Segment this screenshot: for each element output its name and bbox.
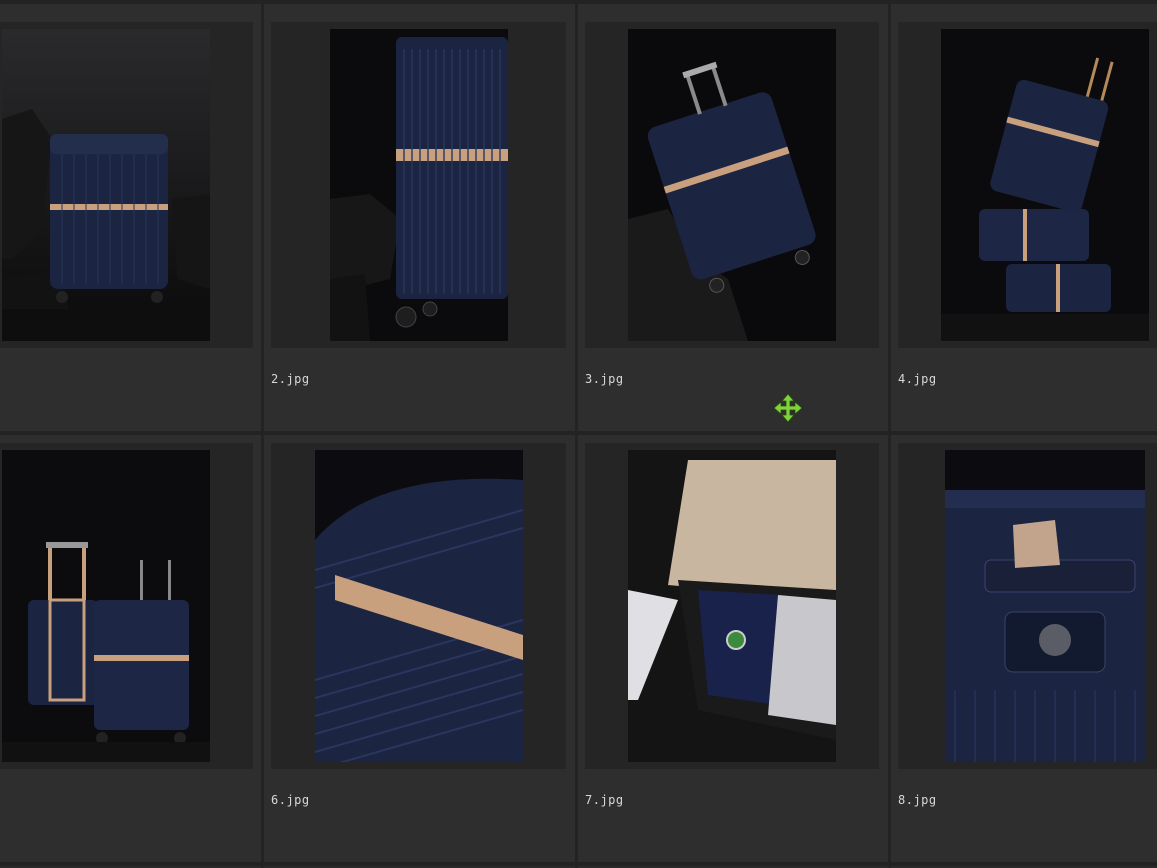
file-tile[interactable]: 8.jpg <box>891 435 1157 862</box>
file-tile[interactable]: 7.jpg <box>578 435 888 862</box>
file-tile[interactable] <box>0 435 261 862</box>
divider <box>0 862 1157 866</box>
thumbnail-image[interactable] <box>628 450 836 762</box>
file-name-label: 2.jpg <box>271 372 310 386</box>
thumbnail-grid: 2.jpg 3.jpg 4.jpg 6.jpg 7.jpg 8.jpg <box>0 0 1157 868</box>
file-tile[interactable]: 6.jpg <box>264 435 575 862</box>
move-cursor-icon <box>773 393 803 423</box>
file-name-label: 3.jpg <box>585 372 624 386</box>
file-name-label: 6.jpg <box>271 793 310 807</box>
thumbnail-image[interactable] <box>2 450 210 762</box>
file-name-label: 8.jpg <box>898 793 937 807</box>
thumbnail-image[interactable] <box>330 29 508 341</box>
thumbnail-image[interactable] <box>2 29 210 341</box>
thumbnail-image[interactable] <box>945 450 1145 762</box>
file-tile[interactable] <box>0 4 261 431</box>
file-name-label: 7.jpg <box>585 793 624 807</box>
thumbnail-image[interactable] <box>941 29 1149 341</box>
thumbnail-image[interactable] <box>628 29 836 341</box>
thumbnail-image[interactable] <box>315 450 523 762</box>
file-tile[interactable]: 2.jpg <box>264 4 575 431</box>
file-tile[interactable]: 4.jpg <box>891 4 1157 431</box>
file-tile[interactable]: 3.jpg <box>578 4 888 431</box>
file-name-label: 4.jpg <box>898 372 937 386</box>
